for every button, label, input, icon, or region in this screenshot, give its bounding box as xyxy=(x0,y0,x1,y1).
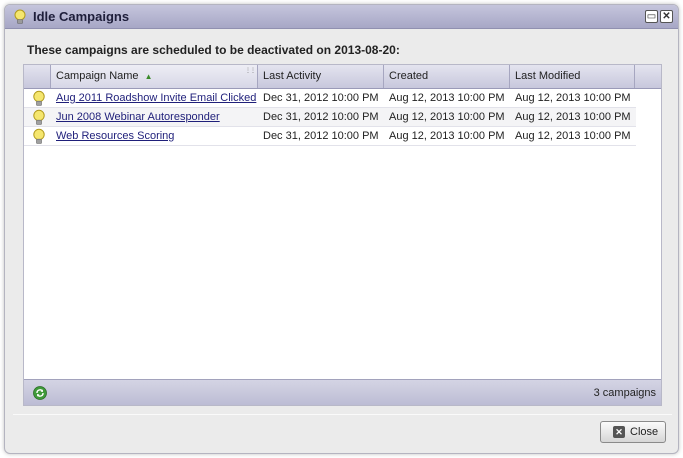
column-label: Created xyxy=(389,70,429,82)
lightbulb-icon xyxy=(33,128,45,144)
maximize-icon: ▭ xyxy=(646,11,657,22)
close-button[interactable]: ✕ Close xyxy=(600,421,666,443)
divider xyxy=(13,414,672,415)
table-row[interactable]: Web Resources Scoring Dec 31, 2012 10:00… xyxy=(24,127,636,146)
icon-column-header xyxy=(24,65,51,88)
grid-rows: Aug 2011 Roadshow Invite Email Clicked D… xyxy=(24,89,636,146)
campaign-link[interactable]: Web Resources Scoring xyxy=(56,130,174,142)
grid-footer: 3 campaigns xyxy=(24,379,661,405)
campaign-name-cell: Jun 2008 Webinar Autoresponder xyxy=(56,111,220,123)
column-label: Last Modified xyxy=(515,70,581,82)
title-bar[interactable]: Idle Campaigns ▭ ✕ xyxy=(5,5,678,29)
idle-campaigns-dialog: Idle Campaigns ▭ ✕ These campaigns are s… xyxy=(4,4,679,454)
column-header-campaign-name[interactable]: Campaign Name ▲ ⋮⋮ xyxy=(51,65,258,88)
last-modified-cell: Aug 12, 2013 10:00 PM xyxy=(515,111,631,123)
table-row[interactable]: Jun 2008 Webinar Autoresponder Dec 31, 2… xyxy=(24,108,636,127)
lightbulb-icon xyxy=(14,9,26,24)
column-menu-grip-icon[interactable]: ⋮⋮ xyxy=(245,67,256,74)
refresh-icon[interactable] xyxy=(33,386,47,400)
sort-ascending-icon: ▲ xyxy=(144,72,153,81)
last-modified-cell: Aug 12, 2013 10:00 PM xyxy=(515,130,631,142)
dialog-title: Idle Campaigns xyxy=(33,9,130,24)
grid-header: Campaign Name ▲ ⋮⋮ Last Activity Created… xyxy=(24,65,661,89)
last-activity-cell: Dec 31, 2012 10:00 PM xyxy=(263,92,379,104)
lightbulb-icon xyxy=(33,90,45,106)
campaign-name-cell: Web Resources Scoring xyxy=(56,130,174,142)
campaign-name-cell: Aug 2011 Roadshow Invite Email Clicked xyxy=(56,92,256,104)
lightbulb-icon xyxy=(33,109,45,125)
maximize-button[interactable]: ▭ xyxy=(645,10,658,23)
deactivation-heading: These campaigns are scheduled to be deac… xyxy=(27,43,400,57)
close-button-label: Close xyxy=(630,426,659,438)
last-modified-cell: Aug 12, 2013 10:00 PM xyxy=(515,92,631,104)
created-cell: Aug 12, 2013 10:00 PM xyxy=(389,92,505,104)
created-cell: Aug 12, 2013 10:00 PM xyxy=(389,111,505,123)
table-row[interactable]: Aug 2011 Roadshow Invite Email Clicked D… xyxy=(24,89,636,108)
campaign-link[interactable]: Aug 2011 Roadshow Invite Email Clicked xyxy=(56,92,256,104)
column-label: Campaign Name xyxy=(56,70,139,82)
campaigns-grid: Campaign Name ▲ ⋮⋮ Last Activity Created… xyxy=(23,64,662,406)
campaign-count: 3 campaigns xyxy=(593,387,656,399)
close-icon: ✕ xyxy=(613,426,625,438)
created-cell: Aug 12, 2013 10:00 PM xyxy=(389,130,505,142)
column-header-created[interactable]: Created xyxy=(384,65,510,88)
column-header-last-modified[interactable]: Last Modified xyxy=(510,65,635,88)
last-activity-cell: Dec 31, 2012 10:00 PM xyxy=(263,111,379,123)
last-activity-cell: Dec 31, 2012 10:00 PM xyxy=(263,130,379,142)
column-label: Last Activity xyxy=(263,70,322,82)
column-header-last-activity[interactable]: Last Activity xyxy=(258,65,384,88)
close-icon: ✕ xyxy=(662,11,671,22)
campaign-link[interactable]: Jun 2008 Webinar Autoresponder xyxy=(56,111,220,123)
window-close-button[interactable]: ✕ xyxy=(660,10,673,23)
